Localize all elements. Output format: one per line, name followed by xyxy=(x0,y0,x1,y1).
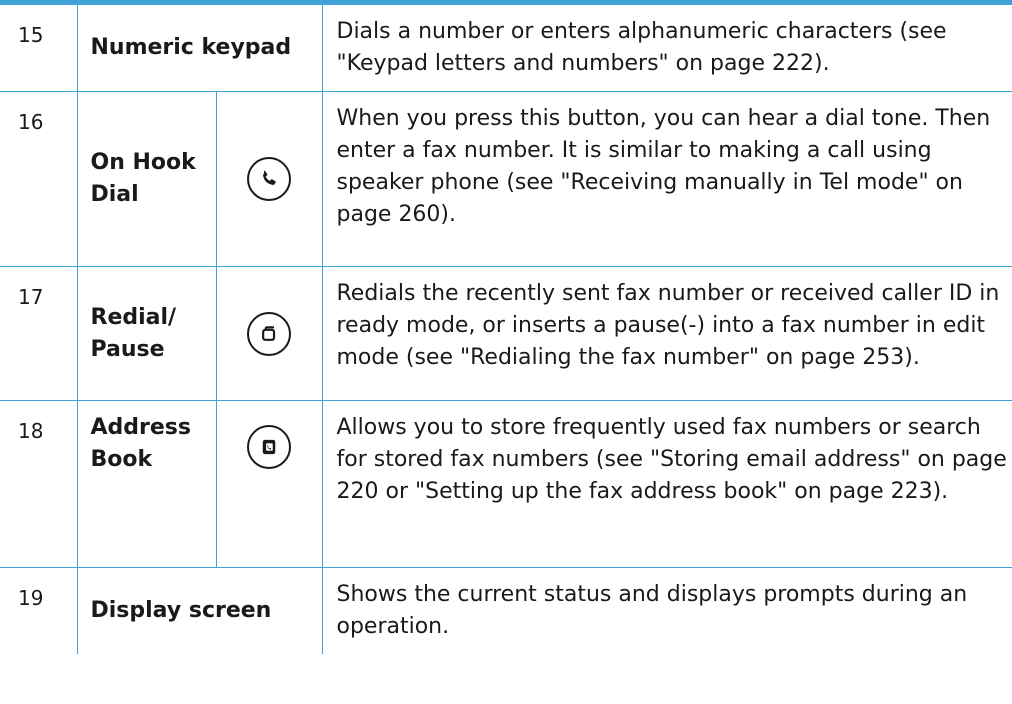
item-name: Display screen xyxy=(77,567,323,654)
table-row: 17 Redial/ Pause Redials the recently se… xyxy=(0,266,1012,401)
item-name-line: Address xyxy=(90,415,191,440)
item-name-line: On Hook xyxy=(90,150,196,175)
icon-cell xyxy=(216,266,323,401)
icon-cell xyxy=(216,400,323,568)
item-name: On Hook Dial xyxy=(77,91,217,267)
row-number: 19 xyxy=(0,567,78,654)
item-description: Shows the current status and displays pr… xyxy=(336,582,968,639)
row-number: 15 xyxy=(0,5,78,92)
item-name: Redial/ Pause xyxy=(77,266,217,401)
table-row: 19 Display screen Shows the current stat… xyxy=(0,567,1012,654)
item-name: Numeric keypad xyxy=(77,5,323,92)
row-number: 16 xyxy=(0,91,78,267)
item-description: When you press this button, you can hear… xyxy=(322,91,1012,267)
item-description: Dials a number or enters alphanumeric ch… xyxy=(322,5,1012,92)
item-description: Allows you to store frequently used fax … xyxy=(322,400,1012,568)
item-description: Redials the recently sent fax number or … xyxy=(322,266,1012,401)
item-name-line: Dial xyxy=(90,182,139,207)
redial-pause-icon xyxy=(247,311,291,356)
address-book-icon xyxy=(247,425,291,469)
item-name-line: Redial/ xyxy=(90,304,177,330)
item-name: Address Book xyxy=(77,400,217,568)
row-number: 17 xyxy=(0,266,78,401)
table-row: 16 On Hook Dial When you press this butt… xyxy=(0,91,1012,267)
table-row: 18 Address Book Allows you to store freq… xyxy=(0,400,1012,568)
phone-handset-icon xyxy=(247,157,291,201)
table-row: 15 Numeric keypad Dials a number or ente… xyxy=(0,5,1012,92)
row-number: 18 xyxy=(0,400,78,568)
icon-cell xyxy=(216,91,323,267)
item-name-line: Book xyxy=(90,447,153,472)
item-name-line: Pause xyxy=(90,336,165,362)
control-panel-table: 15 Numeric keypad Dials a number or ente… xyxy=(0,5,1012,654)
